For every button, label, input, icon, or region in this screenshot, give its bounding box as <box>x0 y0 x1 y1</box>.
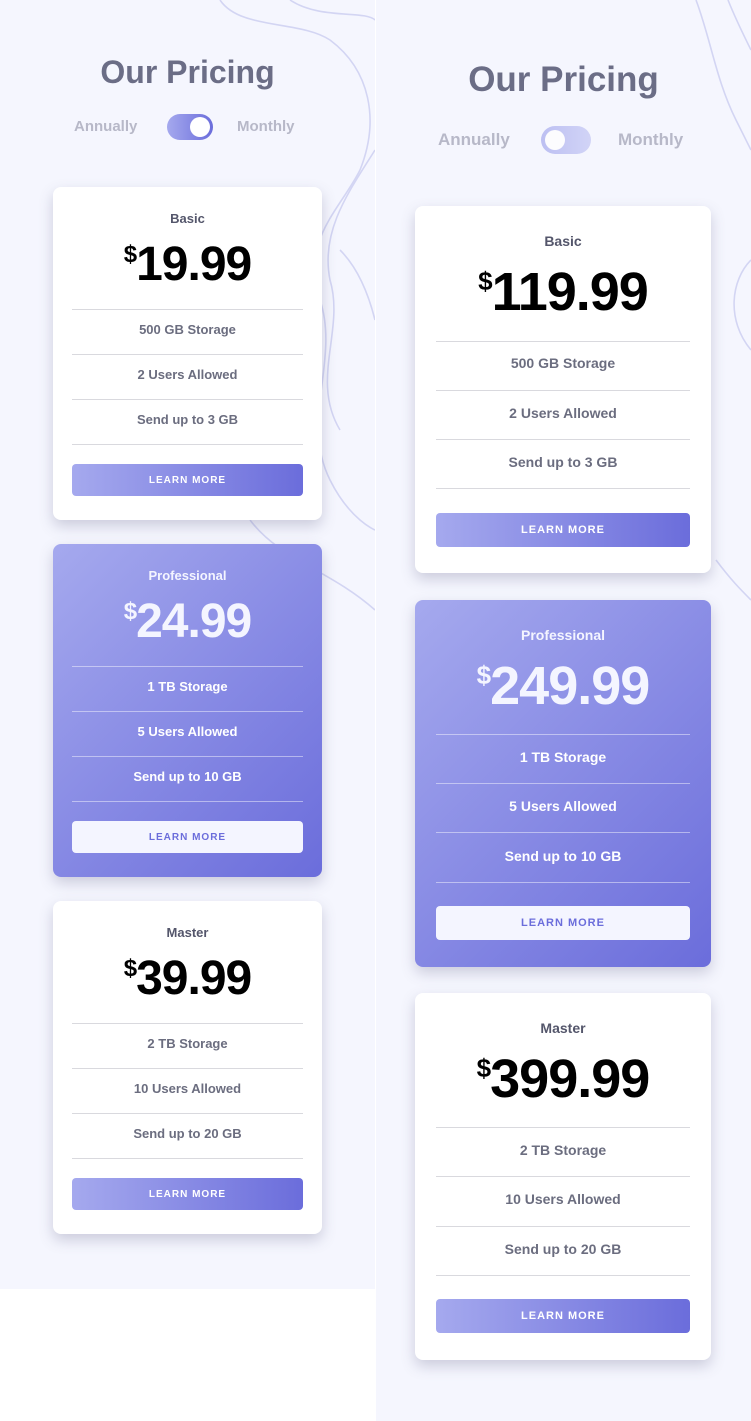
toggle-label-monthly[interactable]: Monthly <box>618 130 683 150</box>
currency-symbol: $ <box>123 241 137 268</box>
divider <box>72 354 303 355</box>
learn-more-button[interactable]: LEARN MORE <box>72 821 303 853</box>
feature-transfer: Send up to 3 GB <box>508 454 618 470</box>
divider <box>72 1113 303 1114</box>
divider <box>72 399 303 400</box>
feature-storage: 1 TB Storage <box>519 749 607 765</box>
plan-card-professional: Professional $249.99 1 TB Storage 5 User… <box>415 600 711 967</box>
feature-storage: 1 TB Storage <box>147 679 228 694</box>
learn-more-button[interactable]: LEARN MORE <box>72 1178 303 1210</box>
divider <box>72 756 303 757</box>
divider <box>72 666 303 667</box>
plan-price: $19.99 <box>53 239 322 291</box>
page-title: Our Pricing <box>100 54 275 90</box>
plan-name: Basic <box>170 211 205 226</box>
feature-transfer: Send up to 10 GB <box>504 848 622 864</box>
pricing-view-monthly: Our Pricing Annually Monthly Basic $19.9… <box>0 0 375 1289</box>
divider <box>72 1068 303 1069</box>
divider <box>436 1127 690 1128</box>
price-amount: 119.99 <box>491 262 649 322</box>
plan-name: Professional <box>148 568 227 583</box>
currency-symbol: $ <box>123 598 137 625</box>
feature-users: 10 Users Allowed <box>505 1191 621 1207</box>
price-amount: 19.99 <box>136 238 252 291</box>
feature-users: 10 Users Allowed <box>133 1081 242 1096</box>
plan-price: $39.99 <box>53 953 322 1005</box>
price-amount: 249.99 <box>490 656 650 716</box>
divider <box>72 1158 303 1159</box>
learn-more-button[interactable]: LEARN MORE <box>436 513 690 547</box>
currency-symbol: $ <box>478 266 493 296</box>
divider <box>72 444 303 445</box>
divider <box>72 801 303 802</box>
price-amount: 24.99 <box>136 595 252 648</box>
divider <box>436 882 690 883</box>
plan-name: Master <box>540 1020 586 1036</box>
toggle-knob <box>190 117 210 137</box>
page-title: Our Pricing <box>468 60 659 99</box>
feature-users: 5 Users Allowed <box>137 724 238 739</box>
plan-card-basic: Basic $19.99 500 GB Storage 2 Users Allo… <box>53 187 322 520</box>
plan-card-master: Master $39.99 2 TB Storage 10 Users Allo… <box>53 901 322 1234</box>
divider <box>72 1023 303 1024</box>
plan-card-basic: Basic $119.99 500 GB Storage 2 Users All… <box>415 206 711 573</box>
plan-price: $119.99 <box>415 263 711 321</box>
divider <box>436 341 690 342</box>
toggle-label-annually[interactable]: Annually <box>74 118 137 135</box>
feature-storage: 500 GB Storage <box>510 355 616 371</box>
price-amount: 39.99 <box>136 952 252 1005</box>
toggle-label-annually[interactable]: Annually <box>438 130 510 150</box>
toggle-label-monthly[interactable]: Monthly <box>237 118 295 135</box>
feature-storage: 500 GB Storage <box>139 322 236 337</box>
plan-price: $249.99 <box>415 657 711 715</box>
billing-toggle-switch[interactable] <box>541 126 591 154</box>
learn-more-button[interactable]: LEARN MORE <box>436 1299 690 1333</box>
divider <box>436 439 690 440</box>
plan-name: Basic <box>544 233 582 249</box>
divider <box>436 832 690 833</box>
feature-storage: 2 TB Storage <box>519 1142 607 1158</box>
learn-more-button[interactable]: LEARN MORE <box>436 906 690 940</box>
plan-name: Master <box>166 925 209 940</box>
plan-price: $24.99 <box>53 596 322 648</box>
learn-more-button[interactable]: LEARN MORE <box>72 464 303 496</box>
plan-card-professional: Professional $24.99 1 TB Storage 5 Users… <box>53 544 322 877</box>
toggle-knob <box>545 130 565 150</box>
divider <box>436 390 690 391</box>
divider <box>436 488 690 489</box>
plan-price: $399.99 <box>415 1050 711 1108</box>
feature-users: 2 Users Allowed <box>509 405 617 421</box>
feature-transfer: Send up to 20 GB <box>504 1241 622 1257</box>
pricing-view-annually: Our Pricing Annually Monthly Basic $119.… <box>376 0 751 1421</box>
price-amount: 399.99 <box>490 1049 650 1109</box>
feature-storage: 2 TB Storage <box>147 1036 228 1051</box>
billing-toggle-switch[interactable] <box>167 114 213 140</box>
billing-toggle-row: Annually Monthly <box>0 114 375 140</box>
currency-symbol: $ <box>123 955 137 982</box>
currency-symbol: $ <box>476 660 492 690</box>
feature-transfer: Send up to 20 GB <box>133 1126 242 1141</box>
feature-users: 2 Users Allowed <box>137 367 238 382</box>
plan-card-master: Master $399.99 2 TB Storage 10 Users All… <box>415 993 711 1360</box>
plan-name: Professional <box>520 627 606 643</box>
divider <box>436 1275 690 1276</box>
feature-transfer: Send up to 3 GB <box>136 412 239 427</box>
divider <box>72 711 303 712</box>
currency-symbol: $ <box>476 1053 492 1083</box>
feature-users: 5 Users Allowed <box>509 798 617 814</box>
feature-transfer: Send up to 10 GB <box>133 769 242 784</box>
divider <box>436 783 690 784</box>
divider <box>72 309 303 310</box>
billing-toggle-row: Annually Monthly <box>376 126 751 154</box>
divider <box>436 1176 690 1177</box>
divider <box>436 1226 690 1227</box>
divider <box>436 734 690 735</box>
